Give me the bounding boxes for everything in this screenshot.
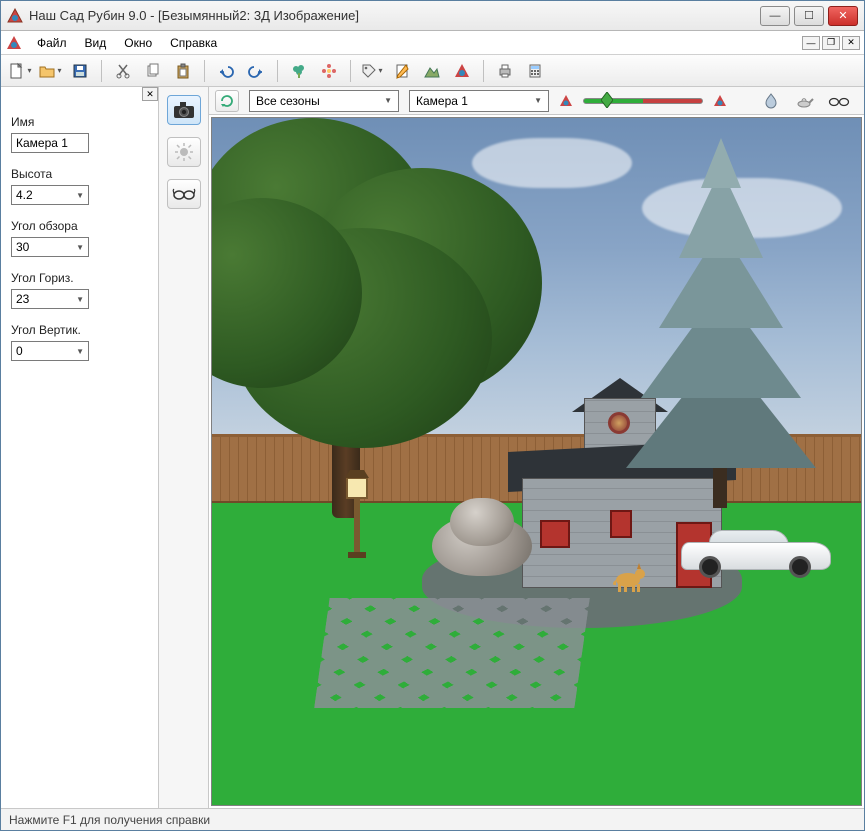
- titlebar: Наш Сад Рубин 9.0 - [Безымянный2: 3Д Изо…: [1, 1, 864, 31]
- camera-tool[interactable]: [167, 95, 201, 125]
- chevron-down-icon: ▼: [76, 191, 84, 200]
- redo-button[interactable]: [243, 58, 269, 84]
- print-button[interactable]: [492, 58, 518, 84]
- fov-value: 30: [16, 240, 29, 254]
- chevron-down-icon: ▼: [384, 96, 392, 105]
- 3d-viewport[interactable]: [211, 117, 862, 806]
- season-value: Все сезоны: [256, 94, 320, 108]
- terrain-button[interactable]: [419, 58, 445, 84]
- h-angle-label: Угол Гориз.: [11, 271, 148, 285]
- panel-close-button[interactable]: ✕: [142, 87, 158, 101]
- scene-lantern: [344, 468, 370, 558]
- menubar: Файл Вид Окно Справка — ❐ ✕: [1, 31, 864, 55]
- copy-button[interactable]: [140, 58, 166, 84]
- menu-window[interactable]: Окно: [116, 33, 160, 53]
- scene-dog: [610, 556, 648, 594]
- quality-slider[interactable]: [583, 90, 703, 112]
- scene-paving: [314, 598, 589, 708]
- glasses-view-button[interactable]: [827, 90, 851, 112]
- menu-file[interactable]: Файл: [29, 33, 75, 53]
- view-toolbar: Все сезоны ▼ Камера 1 ▼: [209, 87, 864, 115]
- open-button[interactable]: ▾: [37, 58, 63, 84]
- h-angle-value: 23: [16, 292, 29, 306]
- v-angle-label: Угол Вертик.: [11, 323, 148, 337]
- season-combo[interactable]: Все сезоны ▼: [249, 90, 399, 112]
- fov-combo[interactable]: 30 ▼: [11, 237, 89, 257]
- scene-tree-deciduous: [211, 117, 542, 528]
- statusbar: Нажмите F1 для получения справки: [1, 808, 864, 830]
- scene-tree-conifer: [621, 128, 821, 508]
- maximize-button[interactable]: ☐: [794, 6, 824, 26]
- note-button[interactable]: [389, 58, 415, 84]
- plants-button[interactable]: [286, 58, 312, 84]
- height-label: Высота: [11, 167, 148, 181]
- tag-button[interactable]: ▾: [359, 58, 385, 84]
- flower-button[interactable]: [316, 58, 342, 84]
- calculator-button[interactable]: [522, 58, 548, 84]
- tool-column: [159, 87, 209, 808]
- minimize-button[interactable]: —: [760, 6, 790, 26]
- undo-button[interactable]: [213, 58, 239, 84]
- properties-panel: ✕ Имя Высота 4.2 ▼ Угол обзора 30 ▼ Угол Г…: [1, 87, 159, 808]
- quality-high-icon: [713, 94, 727, 108]
- cut-button[interactable]: [110, 58, 136, 84]
- drop-tool-button[interactable]: [759, 90, 783, 112]
- app-icon: [7, 8, 23, 24]
- h-angle-combo[interactable]: 23 ▼: [11, 289, 89, 309]
- quality-low-icon: [559, 94, 573, 108]
- menu-view[interactable]: Вид: [77, 33, 115, 53]
- mdi-minimize-button[interactable]: —: [802, 36, 820, 50]
- camera-combo[interactable]: Камера 1 ▼: [409, 90, 549, 112]
- paste-button[interactable]: [170, 58, 196, 84]
- window-title: Наш Сад Рубин 9.0 - [Безымянный2: 3Д Изо…: [29, 8, 756, 23]
- menu-help[interactable]: Справка: [162, 33, 225, 53]
- height-value: 4.2: [16, 188, 33, 202]
- chevron-down-icon: ▼: [76, 347, 84, 356]
- refresh-view-button[interactable]: [215, 90, 239, 112]
- can-tool-button[interactable]: [793, 90, 817, 112]
- camera-value: Камера 1: [416, 94, 468, 108]
- 3d-button[interactable]: [449, 58, 475, 84]
- slider-thumb-icon: [601, 92, 613, 108]
- scene-car: [681, 518, 831, 578]
- fov-label: Угол обзора: [11, 219, 148, 233]
- app-small-icon: [5, 34, 23, 52]
- chevron-down-icon: ▼: [76, 243, 84, 252]
- chevron-down-icon: ▼: [76, 295, 84, 304]
- scene-rock: [432, 498, 532, 578]
- main-toolbar: ▾ ▾ ▾: [1, 55, 864, 87]
- mdi-restore-button[interactable]: ❐: [822, 36, 840, 50]
- status-text: Нажмите F1 для получения справки: [9, 813, 210, 827]
- v-angle-value: 0: [16, 344, 23, 358]
- v-angle-combo[interactable]: 0▼: [11, 341, 89, 361]
- chevron-down-icon: ▼: [534, 96, 542, 105]
- glasses-tool[interactable]: [167, 179, 201, 209]
- mdi-close-button[interactable]: ✕: [842, 36, 860, 50]
- save-button[interactable]: [67, 58, 93, 84]
- height-combo[interactable]: 4.2 ▼: [11, 185, 89, 205]
- name-label: Имя: [11, 115, 148, 129]
- new-button[interactable]: ▾: [7, 58, 33, 84]
- close-button[interactable]: ✕: [828, 6, 858, 26]
- sun-tool[interactable]: [167, 137, 201, 167]
- name-input[interactable]: [11, 133, 89, 153]
